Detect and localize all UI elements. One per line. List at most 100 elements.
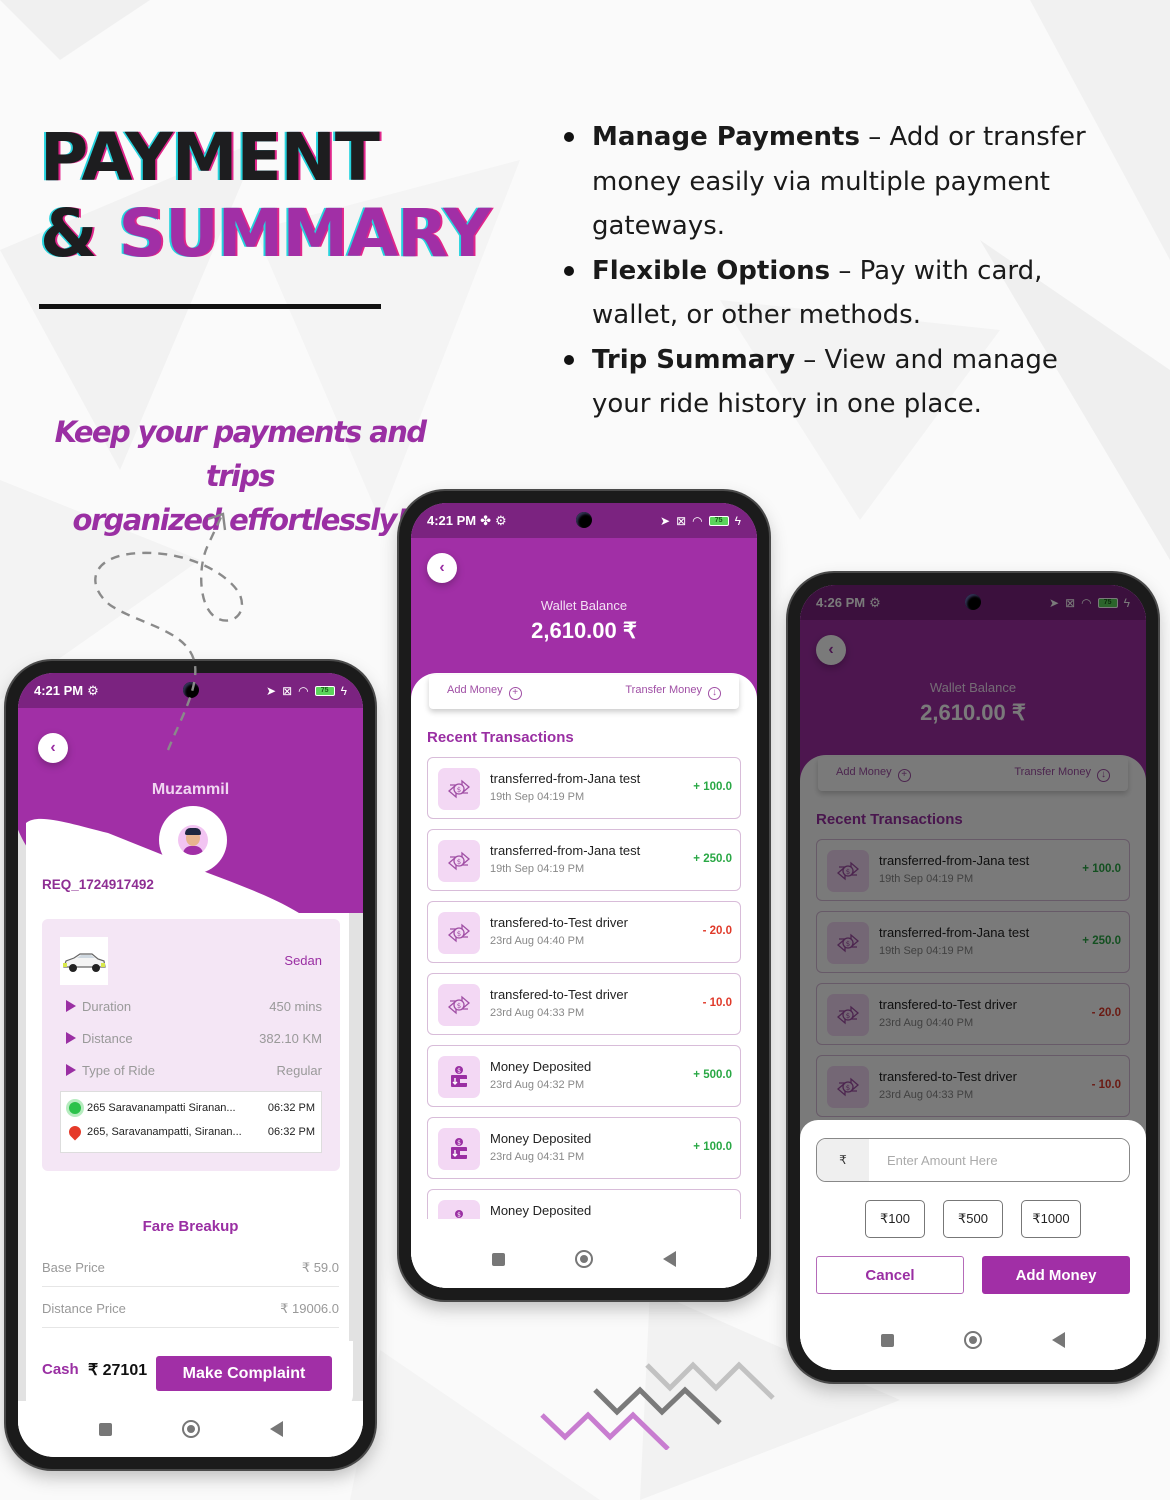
fare-breakup-title: Fare Breakup xyxy=(142,1218,239,1235)
tagline-line1: Keep your payments and trips xyxy=(54,415,427,493)
transaction-amount: + 500.0 xyxy=(693,1069,732,1081)
rupee-prefix: ₹ xyxy=(817,1139,869,1181)
detail-row: Duration 450 mins xyxy=(66,999,322,1014)
money-transfer-icon: $ xyxy=(438,840,480,882)
home-icon[interactable] xyxy=(964,1331,982,1349)
transfer-money-button[interactable]: Transfer Money ↓ xyxy=(625,684,721,700)
ride-details-box: Sedan Duration 450 mins Distance 382.10 KM… xyxy=(42,919,340,1171)
recents-icon[interactable] xyxy=(881,1333,894,1347)
add-money-sheet: ₹ ₹100 ₹500 ₹1000 Cancel Add Money xyxy=(800,1120,1146,1370)
recents-icon[interactable] xyxy=(492,1252,505,1266)
transaction-date: 23rd Aug 04:40 PM xyxy=(490,935,585,947)
android-nav-bar xyxy=(411,1230,757,1288)
drop-time: 06:32 PM xyxy=(267,1126,315,1138)
charging-icon: ϟ xyxy=(734,513,741,528)
detail-value: 382.10 KM xyxy=(259,1031,322,1046)
drop-pin-icon xyxy=(66,1123,84,1141)
quick-amount-chip[interactable]: ₹500 xyxy=(943,1200,1003,1238)
add-money-screen: 4:26 PM ⚙ ➤ ⊠ ◠ 75 ϟ ‹ Wallet Balance 2,… xyxy=(800,585,1146,1370)
transaction-title: Money Deposited xyxy=(490,1131,592,1146)
home-icon[interactable] xyxy=(181,1420,200,1438)
quick-amount-chip[interactable]: ₹1000 xyxy=(1021,1200,1081,1238)
fare-label: Base Price xyxy=(42,1260,105,1275)
add-money-button[interactable]: Add Money + xyxy=(447,684,522,700)
feature-list: Manage Payments – Add or transfer money … xyxy=(562,115,1122,427)
svg-text:$: $ xyxy=(457,1140,461,1147)
transaction-item[interactable]: $ transfered-to-Test driver 23rd Aug 04:40… xyxy=(427,901,741,963)
trip-summary-screen: 4:21 PM ⚙ ➤ ⊠ ◠ 75 ϟ ‹ Muzammil REQ_1724… xyxy=(18,673,363,1457)
recent-transactions-title: Recent Transactions xyxy=(427,729,574,746)
battery-icon: 75 xyxy=(314,685,335,696)
quick-amount-chip[interactable]: ₹100 xyxy=(865,1200,925,1238)
transaction-title: transferred-from-Jana test xyxy=(490,771,641,786)
transaction-date: 19th Sep 04:19 PM xyxy=(490,791,585,803)
transaction-date: 23rd Aug 04:32 PM xyxy=(490,1079,585,1091)
request-id: REQ_1724917492 xyxy=(42,877,154,892)
transaction-item[interactable]: $ transferred-from-Jana test 19th Sep 04:1… xyxy=(427,757,741,819)
feature-title: Trip Summary xyxy=(592,344,796,375)
confirm-add-money-button[interactable]: Add Money xyxy=(982,1256,1130,1294)
fan-status-icon: ✤ xyxy=(480,512,492,528)
headline-accent: SUMMARY xyxy=(118,195,492,272)
avatar-illustration xyxy=(178,825,208,855)
payment-method: Cash xyxy=(42,1361,79,1378)
drop-row: 265, Saravanampatti, Siranan... 06:32 PM xyxy=(66,1123,315,1141)
wallet-deposit-icon: $ xyxy=(438,1056,480,1098)
make-complaint-button[interactable]: Make Complaint xyxy=(156,1356,332,1391)
settings-status-icon: ⚙ xyxy=(495,512,507,528)
headline-line2: & SUMMARY xyxy=(40,195,492,272)
transaction-title: transferred-from-Jana test xyxy=(490,843,641,858)
dashed-arrow-doodle xyxy=(94,512,244,751)
detail-label: Distance xyxy=(66,1031,133,1046)
sim-icon: ⊠ xyxy=(282,683,293,698)
transaction-item[interactable]: $ transfered-to-Test driver 23rd Aug 04:33… xyxy=(427,973,741,1035)
svg-text:$: $ xyxy=(457,1068,461,1075)
vehicle-type: Sedan xyxy=(284,953,322,968)
status-time: 4:21 PM xyxy=(34,683,84,698)
fare-value: ₹ 19006.0 xyxy=(280,1301,339,1316)
headline-divider xyxy=(39,304,381,309)
location-icon: ➤ xyxy=(266,683,277,698)
cancel-button[interactable]: Cancel xyxy=(816,1256,964,1294)
payment-bar: Cash ₹ 27101 Make Complaint xyxy=(26,1341,353,1409)
feature-item: Trip Summary – View and manage your ride… xyxy=(562,338,1122,427)
detail-value: 450 mins xyxy=(269,999,322,1014)
drop-address: 265, Saravanampatti, Siranan... xyxy=(87,1126,242,1138)
transaction-title: Money Deposited xyxy=(490,1203,592,1218)
avatar xyxy=(159,806,227,874)
wifi-icon: ◠ xyxy=(692,513,703,528)
transaction-item[interactable]: $ Money Deposited 23rd Aug 04:31 PM + 100.0 xyxy=(427,1117,741,1179)
back-button[interactable]: ‹ xyxy=(38,733,68,763)
recents-icon[interactable] xyxy=(98,1422,112,1436)
fare-row: Base Price ₹ 59.0 xyxy=(42,1260,339,1287)
wallet-deposit-icon: $ xyxy=(438,1128,480,1170)
pickup-row: 265 Saravanampatti Siranan... 06:32 PM xyxy=(69,1102,315,1114)
quick-amounts: ₹100 ₹500 ₹1000 xyxy=(800,1200,1146,1238)
fare-total: ₹ 27101 xyxy=(88,1362,148,1379)
wallet-balance: 2,610.00 ₹ xyxy=(531,618,637,643)
wallet-screen: 4:21 PM ✤ ⚙ ➤ ⊠ ◠ 75 ϟ ‹ Wallet Balance … xyxy=(411,503,757,1288)
back-button[interactable]: ‹ xyxy=(427,553,457,583)
wallet-phone: 4:21 PM ✤ ⚙ ➤ ⊠ ◠ 75 ϟ ‹ Wallet Balance … xyxy=(399,491,769,1300)
add-money-label: Add Money xyxy=(447,684,503,696)
headline-line1: PAYMENT xyxy=(40,119,380,196)
back-nav-icon[interactable] xyxy=(269,1421,283,1437)
transaction-item[interactable]: $ Money Deposited 23rd Aug 04:32 PM + 500.0 xyxy=(427,1045,741,1107)
back-nav-icon[interactable] xyxy=(663,1251,676,1267)
home-icon[interactable] xyxy=(575,1250,593,1268)
page-headline: PAYMENT & SUMMARY xyxy=(40,119,492,272)
trip-summary-phone: 4:21 PM ⚙ ➤ ⊠ ◠ 75 ϟ ‹ Muzammil REQ_1724… xyxy=(6,661,375,1469)
money-transfer-icon: $ xyxy=(438,768,480,810)
transaction-date: 19th Sep 04:19 PM xyxy=(490,863,585,875)
transfer-money-label: Transfer Money xyxy=(625,684,702,696)
transaction-amount: + 100.0 xyxy=(693,1141,732,1153)
feature-title: Manage Payments xyxy=(592,122,860,152)
wallet-balance-label: Wallet Balance xyxy=(540,598,628,613)
svg-text:$: $ xyxy=(457,1002,461,1010)
rider-name: Muzammil xyxy=(151,781,230,798)
detail-row: Type of Ride Regular xyxy=(66,1063,322,1078)
amount-input[interactable] xyxy=(869,1139,1129,1181)
transaction-item[interactable]: $ transferred-from-Jana test 19th Sep 04:1… xyxy=(427,829,741,891)
wifi-icon: ◠ xyxy=(298,683,309,698)
back-nav-icon[interactable] xyxy=(1052,1332,1065,1348)
